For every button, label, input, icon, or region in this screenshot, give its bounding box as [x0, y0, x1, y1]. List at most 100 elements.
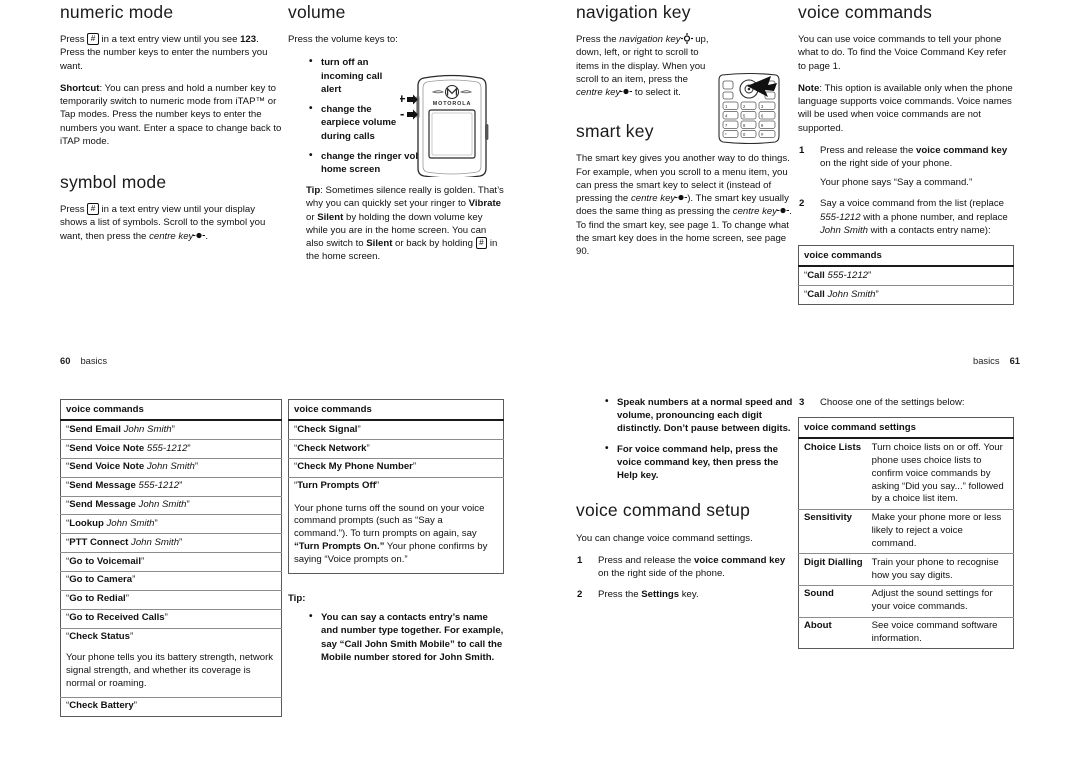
setting-description: See voice command software information. — [866, 616, 1014, 649]
table-header-row: voice commands — [288, 399, 504, 422]
setup-step-3-wrapper: Choose one of the settings below: — [798, 396, 1014, 409]
table-row: “Call John Smith” — [798, 285, 1014, 305]
table-row: “Call 555-1212” — [798, 265, 1014, 286]
voice-command-cell: “Check Signal” — [288, 419, 504, 440]
page-section-label: basics — [80, 355, 108, 366]
voice-command-setup-steps: Press and release the voice command key … — [576, 554, 798, 602]
smart-centre-key-2: centre key — [732, 206, 778, 218]
setup-step-2: Press the Settings key. — [576, 588, 798, 601]
table-row: “Send Message John Smith” — [60, 495, 282, 515]
table-header-row: voice commands — [798, 245, 1014, 268]
step2-name: John Smith — [820, 224, 868, 236]
command-verb: Send Message — [69, 499, 136, 511]
voice-command-cell: “Lookup John Smith” — [60, 514, 282, 534]
centre-key-icon — [193, 231, 206, 240]
table-row: “Check My Phone Number” — [288, 457, 504, 478]
centre-key-icon — [777, 206, 790, 215]
command-arg: John Smith — [144, 461, 195, 473]
page-63-left-column: Speak numbers at a normal speed and volu… — [576, 395, 798, 609]
table-row: “Send Voice Note John Smith” — [60, 457, 282, 478]
symbol-p1-a: Press — [60, 204, 85, 216]
command-arg: John Smith — [135, 499, 187, 511]
footer-page-60: 60 basics — [60, 355, 117, 366]
note-text: : This option is available only when the… — [798, 82, 1013, 134]
voice-commands-step-2: Say a voice command from the list (repla… — [798, 197, 1014, 237]
voice-commands-steps: Press and release the voice command key … — [798, 144, 1014, 237]
nav-key-italic: navigation key — [619, 34, 681, 46]
command-arg: 555-1212 — [144, 442, 188, 454]
numeric-mode-paragraph-1: Press # in a text entry view until you s… — [60, 33, 282, 73]
svg-text:-: - — [400, 106, 404, 121]
table-header-row: voice commands — [60, 399, 282, 422]
table-header-cell: voice command settings — [798, 417, 1014, 440]
step1-a: Press and release the — [820, 144, 916, 156]
prompts-note-a: Your phone turns off the sound on your v… — [294, 502, 485, 540]
footer-page-61: basics 61 — [963, 355, 1020, 366]
command-verb: Check Network — [297, 442, 367, 454]
voice-command-cell: “Send Email John Smith” — [60, 419, 282, 440]
centre-key-icon — [675, 193, 688, 202]
numeric-p1-b: in a text entry view until you see — [101, 34, 238, 46]
spread-pages-60-61: numeric mode Press # in a text entry vie… — [0, 0, 1080, 385]
quote-close: ” — [875, 288, 879, 300]
speak-numbers-bullet: Speak numbers at a normal speed and volu… — [602, 395, 798, 436]
phone-keypad-illustration: 123 456 789 * 0 # — [716, 72, 782, 144]
tip-heading: Tip: — [288, 592, 504, 605]
table-row: “Go to Redial” — [60, 589, 282, 610]
setup-step1-bold: voice command key — [694, 554, 786, 566]
tip-silent-2: Silent — [366, 238, 393, 250]
heading-symbol-mode: symbol mode — [60, 172, 167, 193]
spread-pages-62-63: voice commands “Send Email John Smith” “… — [0, 383, 1080, 763]
setting-label: Choice Lists — [798, 437, 867, 510]
command-arg: John Smith — [824, 288, 876, 300]
setup-step1-b: on the right side of the phone. — [598, 568, 725, 580]
command-verb: Call — [807, 269, 825, 281]
voice-commands-intro: You can use voice commands to tell your … — [798, 34, 1007, 72]
numeric-mode-shortcut: Shortcut: You can press and hold a numbe… — [60, 82, 282, 148]
step1-b: on the right side of your phone. — [820, 158, 953, 170]
tip-d: or back by holding — [392, 238, 476, 250]
voice-command-cell: “PTT Connect John Smith” — [60, 533, 282, 553]
command-verb: Call — [807, 288, 825, 300]
voice-help-bullet: For voice command help, press the voice … — [602, 442, 798, 483]
command-arg: 555-1212 — [824, 269, 869, 281]
tip-label: Tip — [306, 185, 321, 197]
prompts-note-bold: “Turn Prompts On.” — [294, 541, 385, 553]
table-row: “Check Signal” — [288, 419, 504, 440]
step2-b: with a phone number, and replace — [860, 211, 1008, 223]
page-62-left-column: voice commands “Send Email John Smith” “… — [60, 396, 282, 717]
table-row: “Go to Received Calls” — [60, 608, 282, 629]
table-header-cell: voice commands — [798, 245, 1014, 268]
svg-text:MOTOROLA: MOTOROLA — [433, 101, 472, 107]
navigation-key-icon — [680, 33, 693, 45]
voice-command-cell: “Send Message 555-1212” — [60, 476, 282, 497]
table-row: “Go to Camera” — [60, 570, 282, 591]
heading-numeric-mode: numeric mode — [60, 2, 174, 22]
centre-key-icon — [620, 87, 633, 96]
voice-commands-step-1: Press and release the voice command key … — [798, 144, 1014, 190]
voice-command-cell: “Check Network” — [288, 439, 504, 459]
step2-a: Say a voice command from the list (repla… — [820, 198, 1004, 210]
command-verb: Go to Camera — [69, 574, 133, 586]
table-row-note: Your phone tells you its battery strengt… — [61, 646, 282, 697]
phone-volume-illustration: MOTOROLA + - — [400, 72, 504, 177]
heading-volume: volume — [288, 2, 346, 22]
heading-voice-commands: voice commands — [798, 2, 933, 22]
command-verb: PTT Connect — [69, 536, 129, 548]
tip-bullet: You can say a contacts entry’s name and … — [306, 610, 504, 664]
voice-command-cell: “Check Status” — [60, 627, 282, 647]
setting-description: Train your phone to recognise how you sa… — [866, 553, 1014, 586]
command-verb: Turn Prompts Off — [297, 480, 376, 492]
volume-bullet: turn off an incoming call alert — [306, 55, 404, 96]
check-status-note: Your phone tells you its battery strengt… — [66, 652, 274, 690]
help-bullet-bold-1: voice command key — [617, 456, 708, 468]
command-verb: Go to Redial — [69, 593, 126, 605]
voice-command-cell: “Check Battery” — [60, 696, 282, 717]
setup-step-3: Choose one of the settings below: — [799, 396, 965, 409]
page-62-right-column: voice commands “Check Signal” “Check Net… — [288, 396, 504, 672]
setup-step1-a: Press and release the — [598, 554, 694, 566]
nav-centre-key-italic: centre key — [576, 87, 621, 99]
navigation-key-paragraph: Press the navigation key up, down, left,… — [576, 33, 716, 99]
command-verb: Go to Received Calls — [69, 612, 165, 624]
voice-commands-column: voice commands You can use voice command… — [798, 0, 1014, 306]
